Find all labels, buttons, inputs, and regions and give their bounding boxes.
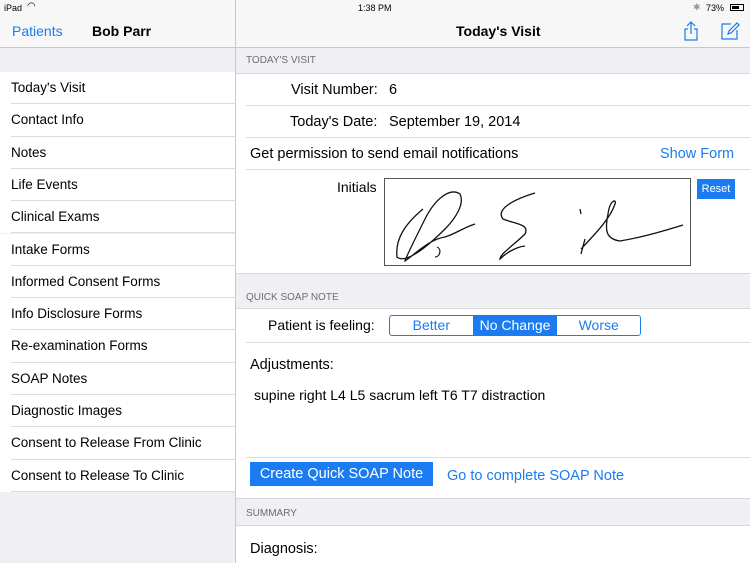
device-label: iPad bbox=[4, 3, 23, 13]
compose-icon[interactable] bbox=[720, 21, 740, 41]
sidebar-item-soap-notes[interactable]: SOAP Notes bbox=[0, 362, 235, 396]
permission-text: Get permission to send email notificatio… bbox=[250, 146, 519, 162]
create-quick-soap-button[interactable]: Create Quick SOAP Note bbox=[250, 462, 433, 486]
adjustments-label: Adjustments: bbox=[250, 357, 334, 373]
status-bar: iPad ◠ 1:38 PM ✱ 73% bbox=[0, 0, 750, 16]
show-form-link[interactable]: Show Form bbox=[660, 146, 734, 162]
bluetooth-icon: ✱ bbox=[693, 2, 701, 12]
feeling-option-worse[interactable]: Worse bbox=[557, 316, 640, 335]
diagnosis-label: Diagnosis: bbox=[250, 541, 318, 557]
feeling-option-better[interactable]: Better bbox=[390, 316, 474, 335]
visit-number-value: 6 bbox=[389, 82, 398, 98]
sidebar-item-release-from[interactable]: Consent to Release From Clinic bbox=[0, 427, 235, 460]
initials-label: Initials bbox=[337, 179, 377, 195]
sidebar-item-info-disclosure[interactable]: Info Disclosure Forms bbox=[0, 298, 235, 331]
section-header-quick-soap: QUICK SOAP NOTE bbox=[236, 273, 750, 309]
feeling-option-no-change[interactable]: No Change bbox=[473, 316, 558, 335]
sidebar-item-todays-visit[interactable]: Today's Visit bbox=[0, 72, 235, 105]
complete-soap-link[interactable]: Go to complete SOAP Note bbox=[447, 468, 624, 484]
feeling-segmented-control: Better No Change Worse bbox=[389, 315, 641, 336]
section-header-todays-visit: TODAY'S VISIT bbox=[236, 48, 750, 74]
sidebar-item-reexamination[interactable]: Re-examination Forms bbox=[0, 330, 235, 363]
adjustments-text[interactable]: supine right L4 L5 sacrum left T6 T7 dis… bbox=[254, 387, 545, 403]
sidebar-item-diagnostic-images[interactable]: Diagnostic Images bbox=[0, 395, 235, 428]
sidebar-item-release-to[interactable]: Consent to Release To Clinic bbox=[0, 459, 235, 493]
visit-number-label: Visit Number: bbox=[291, 82, 378, 98]
date-label: Today's Date: bbox=[290, 114, 378, 130]
date-value: September 19, 2014 bbox=[389, 114, 521, 130]
patient-name: Bob Parr bbox=[92, 23, 152, 39]
share-icon[interactable] bbox=[683, 20, 699, 42]
patients-back-button[interactable]: Patients bbox=[12, 23, 63, 39]
reset-signature-button[interactable]: Reset bbox=[697, 179, 735, 199]
sidebar-item-clinical-exams[interactable]: Clinical Exams bbox=[0, 201, 235, 234]
battery-icon bbox=[730, 4, 744, 11]
sidebar-item-intake-forms[interactable]: Intake Forms bbox=[0, 233, 235, 267]
sidebar-item-contact-info[interactable]: Contact Info bbox=[0, 104, 235, 137]
clock: 1:38 PM bbox=[358, 3, 392, 13]
sidebar-item-informed-consent[interactable]: Informed Consent Forms bbox=[0, 265, 235, 299]
wifi-icon: ◠ bbox=[27, 1, 36, 12]
battery-percent: 73% bbox=[706, 3, 725, 13]
sidebar-item-notes[interactable]: Notes bbox=[0, 136, 235, 170]
signature-pad[interactable] bbox=[384, 178, 691, 266]
page-title: Today's Visit bbox=[456, 23, 541, 39]
feeling-label: Patient is feeling: bbox=[268, 317, 375, 333]
sidebar-item-life-events[interactable]: Life Events bbox=[0, 168, 235, 202]
sidebar: Today's Visit Contact Info Notes Life Ev… bbox=[0, 48, 235, 563]
section-header-summary: SUMMARY bbox=[236, 498, 750, 526]
